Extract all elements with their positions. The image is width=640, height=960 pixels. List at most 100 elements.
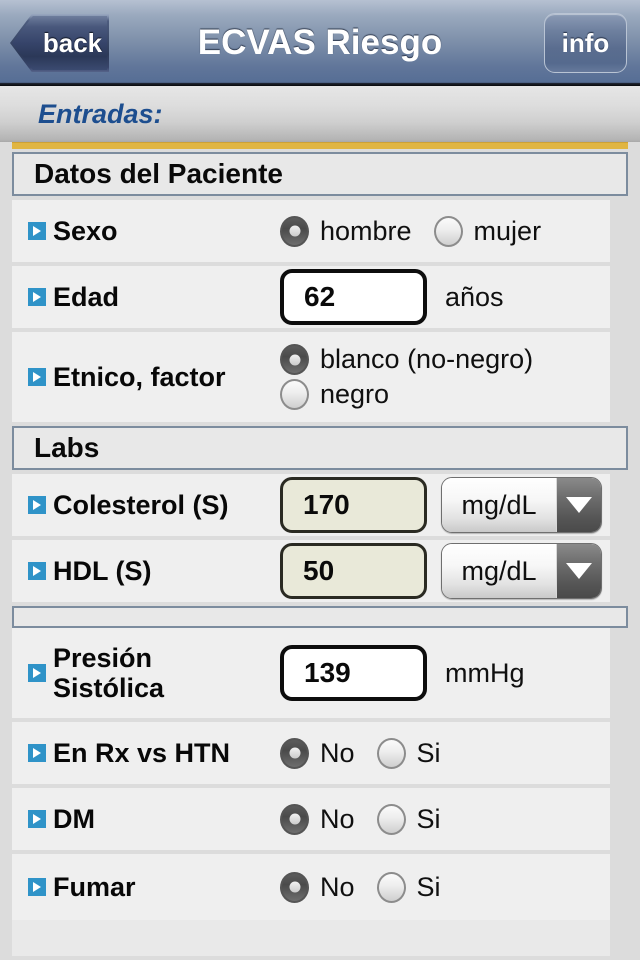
dropdown-value: mg/dL (442, 478, 556, 532)
triangle-bullet-icon (28, 809, 46, 828)
triangle-bullet-icon (28, 495, 46, 514)
form-row-colesterol: Colesterol (S) 170 mg/dL (12, 474, 610, 540)
colesterol-unit-dropdown[interactable]: mg/dL (441, 477, 602, 533)
radio-icon-unselected[interactable] (376, 871, 406, 903)
input-group-colesterol: 170 mg/dL (280, 477, 610, 533)
app-screen: back ECVAS Riesgo info Entradas: Datos d… (0, 0, 640, 960)
edad-input[interactable]: 62 (280, 269, 427, 325)
info-button-label: info (561, 27, 610, 58)
label-text: Sexo (53, 215, 118, 246)
inputs-banner-label: Entradas: (38, 98, 163, 129)
form-row-presion-sistolica: Presión Sistólica 139 mmHg (12, 628, 610, 722)
triangle-bullet-icon (28, 221, 46, 240)
input-group-edad: 62 años (280, 269, 610, 325)
row-label-dm: DM (28, 804, 280, 834)
radio-option-no[interactable]: No (280, 803, 355, 835)
label-text-line2: Sistólica (53, 673, 165, 703)
radio-label: hombre (320, 215, 412, 246)
radio-group-etnico: blanco (no-negro) negro (280, 344, 610, 410)
radio-label: Si (416, 803, 441, 834)
radio-group-dm: No Si (280, 803, 610, 835)
radio-label: Si (416, 871, 441, 902)
label-text-line1: Presión (53, 642, 153, 673)
label-text: Edad (53, 281, 120, 312)
radio-group-fumar: No Si (280, 871, 610, 903)
radio-group-rx-htn: No Si (280, 737, 610, 769)
row-label-edad: Edad (28, 282, 280, 312)
accent-rule (12, 142, 628, 149)
hdl-input[interactable]: 50 (280, 543, 427, 599)
form-bottom-spacer (0, 920, 640, 960)
radio-icon-unselected[interactable] (280, 379, 309, 410)
radio-option-mujer[interactable]: mujer (433, 215, 542, 247)
radio-option-hombre[interactable]: hombre (280, 215, 412, 247)
triangle-bullet-icon (28, 877, 46, 896)
chevron-down-icon[interactable] (556, 478, 601, 532)
form-row-rx-htn: En Rx vs HTN No Si (12, 722, 610, 788)
radio-option-si[interactable]: Si (376, 737, 441, 769)
radio-label: No (320, 871, 355, 902)
radio-option-si[interactable]: Si (376, 871, 441, 903)
input-group-presion: 139 mmHg (280, 645, 610, 701)
edad-unit-label: años (445, 281, 504, 312)
dropdown-value: mg/dL (442, 544, 556, 598)
radio-option-si[interactable]: Si (376, 803, 441, 835)
radio-icon-selected[interactable] (280, 344, 309, 375)
radio-option-blanco[interactable]: blanco (no-negro) (280, 344, 533, 375)
triangle-bullet-icon (28, 561, 46, 580)
triangle-bullet-icon (28, 367, 46, 386)
radio-icon-unselected[interactable] (376, 737, 406, 769)
radio-icon-unselected[interactable] (433, 215, 463, 247)
hdl-unit-dropdown[interactable]: mg/dL (441, 543, 602, 599)
triangle-bullet-icon (28, 743, 46, 762)
row-label-colesterol: Colesterol (S) (28, 490, 280, 520)
radio-icon-selected[interactable] (280, 803, 309, 835)
label-text-wrap: Presión Sistólica (53, 643, 164, 703)
radio-icon-selected[interactable] (280, 871, 309, 903)
section-title: Labs (34, 432, 100, 463)
label-text: En Rx vs HTN (53, 737, 231, 768)
row-label-rx-htn: En Rx vs HTN (28, 738, 280, 768)
triangle-bullet-icon (28, 664, 46, 682)
colesterol-input[interactable]: 170 (280, 477, 427, 533)
radio-label: No (320, 737, 355, 768)
radio-icon-unselected[interactable] (376, 803, 406, 835)
label-text: DM (53, 803, 95, 834)
presion-input[interactable]: 139 (280, 645, 427, 701)
navigation-bar: back ECVAS Riesgo info (0, 0, 640, 86)
row-label-etnico: Etnico, factor (28, 362, 280, 392)
radio-label: negro (320, 379, 390, 409)
inputs-banner: Entradas: (0, 86, 640, 142)
section-title: Datos del Paciente (34, 158, 283, 189)
label-text: Colesterol (S) (53, 489, 229, 520)
radio-group-sexo: hombre mujer (280, 215, 610, 247)
row-label-sexo: Sexo (28, 216, 280, 246)
form-row-edad: Edad 62 años (12, 266, 610, 332)
input-group-hdl: 50 mg/dL (280, 543, 610, 599)
form-row-fumar: Fumar No Si (12, 854, 610, 920)
radio-icon-selected[interactable] (280, 215, 309, 247)
radio-option-negro[interactable]: negro (280, 379, 389, 410)
label-text: Fumar (53, 871, 136, 902)
radio-icon-selected[interactable] (280, 737, 309, 769)
radio-label: Si (416, 737, 441, 768)
radio-label: No (320, 803, 355, 834)
row-label-fumar: Fumar (28, 872, 280, 902)
radio-label: blanco (no-negro) (320, 344, 534, 374)
label-text: HDL (S) (53, 555, 152, 586)
section-header-blank (12, 606, 628, 628)
info-button[interactable]: info (544, 13, 627, 73)
section-header-patient-data: Datos del Paciente (12, 152, 628, 196)
form-scroll-area[interactable]: Entradas: Datos del Paciente Sexo hombre (0, 86, 640, 960)
radio-option-no[interactable]: No (280, 737, 355, 769)
form-row-etnico: Etnico, factor blanco (no-negro) negro (12, 332, 610, 426)
triangle-bullet-icon (28, 287, 46, 306)
radio-option-no[interactable]: No (280, 871, 355, 903)
label-text: Etnico, factor (53, 361, 226, 392)
presion-unit-label: mmHg (445, 657, 525, 688)
radio-label: mujer (473, 215, 542, 246)
form-row-dm: DM No Si (12, 788, 610, 854)
chevron-down-icon[interactable] (556, 544, 601, 598)
form-row-sexo: Sexo hombre mujer (12, 200, 610, 266)
section-header-labs: Labs (12, 426, 628, 470)
